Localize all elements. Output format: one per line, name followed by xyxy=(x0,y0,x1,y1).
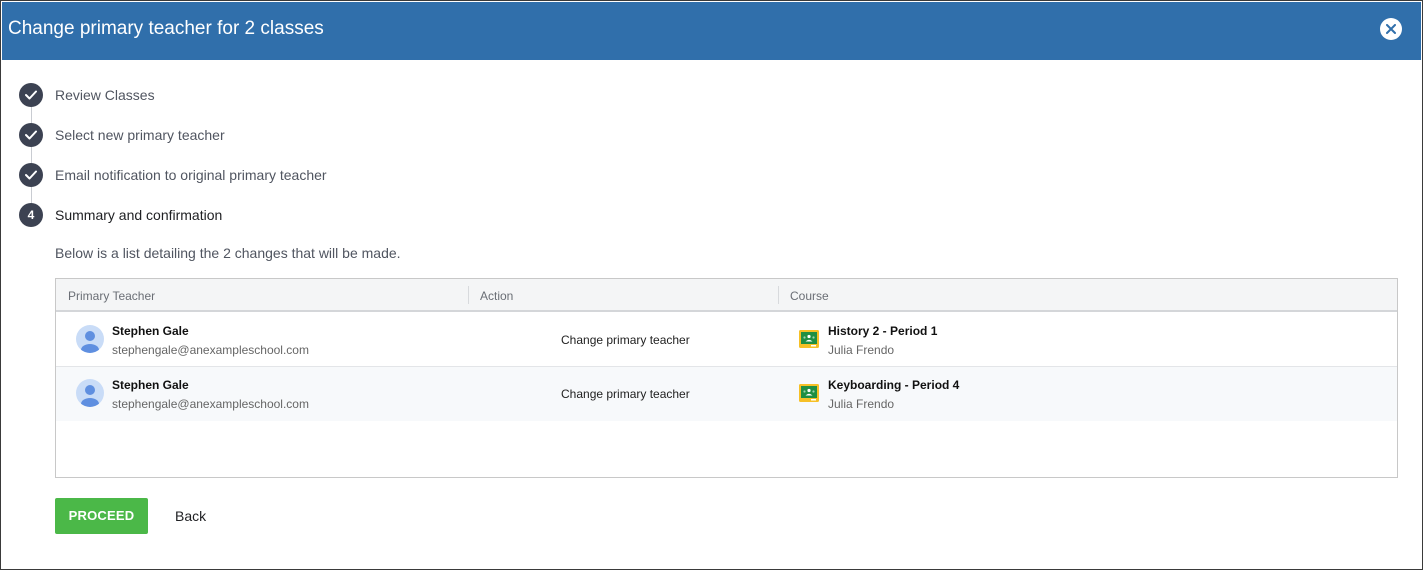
change-teacher-dialog: Change primary teacher for 2 classes Rev… xyxy=(0,0,1423,570)
course-name: Keyboarding - Period 4 xyxy=(828,378,960,392)
action-text: Change primary teacher xyxy=(561,333,690,347)
checkmark-icon xyxy=(25,90,37,100)
column-divider xyxy=(468,286,469,304)
step-complete-badge xyxy=(19,163,43,187)
column-header-course: Course xyxy=(790,289,829,303)
teacher-name: Stephen Gale xyxy=(112,378,189,392)
classroom-icon xyxy=(799,330,819,348)
checkmark-icon xyxy=(25,170,37,180)
user-avatar-icon xyxy=(81,385,99,407)
changes-table: Primary Teacher Action Course Stephen Ga… xyxy=(55,278,1398,478)
course-teacher: Julia Frendo xyxy=(828,397,895,411)
dialog-title: Change primary teacher for 2 classes xyxy=(8,18,324,39)
step-review-classes: Review Classes xyxy=(19,83,619,107)
column-header-primary-teacher: Primary Teacher xyxy=(68,289,156,303)
checkmark-icon xyxy=(25,130,37,140)
step-select-teacher: Select new primary teacher xyxy=(19,123,619,147)
step-number-badge: 4 xyxy=(19,203,43,227)
step-label: Email notification to original primary t… xyxy=(55,167,327,183)
table-header: Primary Teacher Action Course xyxy=(56,279,1397,312)
dialog-header: Change primary teacher for 2 classes xyxy=(2,2,1421,60)
step-label: Summary and confirmation xyxy=(55,207,223,223)
action-text: Change primary teacher xyxy=(561,387,690,401)
avatar xyxy=(76,325,104,353)
table-row: Stephen Gale stephengale@anexampleschool… xyxy=(56,313,1397,367)
column-divider xyxy=(778,286,779,304)
teacher-name: Stephen Gale xyxy=(112,324,189,338)
step-label: Select new primary teacher xyxy=(55,127,225,143)
classroom-icon xyxy=(799,384,819,402)
summary-description: Below is a list detailing the 2 changes … xyxy=(55,245,401,261)
step-complete-badge xyxy=(19,83,43,107)
course-teacher: Julia Frendo xyxy=(828,343,895,357)
step-label: Review Classes xyxy=(55,87,155,103)
step-complete-badge xyxy=(19,123,43,147)
close-icon xyxy=(1386,24,1396,34)
step-summary-confirmation: 4 Summary and confirmation xyxy=(19,203,619,227)
column-header-action: Action xyxy=(480,289,514,303)
back-button[interactable]: Back xyxy=(175,508,206,524)
course-name: History 2 - Period 1 xyxy=(828,324,938,338)
teacher-email: stephengale@anexampleschool.com xyxy=(112,397,309,411)
stepper-line xyxy=(31,96,32,216)
user-avatar-icon xyxy=(81,331,99,353)
proceed-button[interactable]: PROCEED xyxy=(55,498,148,534)
table-row: Stephen Gale stephengale@anexampleschool… xyxy=(56,367,1397,421)
avatar xyxy=(76,379,104,407)
teacher-email: stephengale@anexampleschool.com xyxy=(112,343,309,357)
step-email-notification: Email notification to original primary t… xyxy=(19,163,619,187)
close-button[interactable] xyxy=(1380,18,1402,40)
